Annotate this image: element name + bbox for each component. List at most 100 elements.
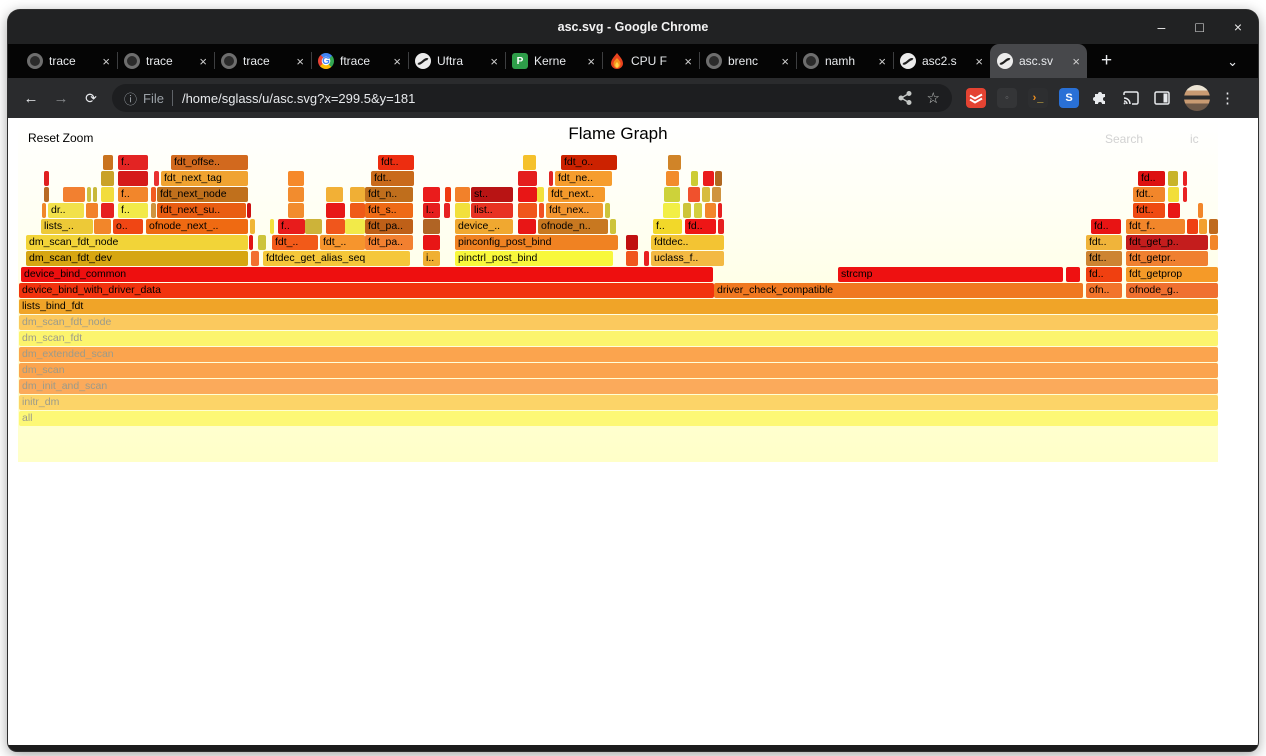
flame-frame[interactable] (423, 235, 440, 250)
flame-frame[interactable]: dm_extended_scan (19, 347, 1218, 362)
flame-frame[interactable] (1198, 203, 1203, 218)
flame-frame[interactable]: uclass_f.. (651, 251, 724, 266)
flamegraph-search-button[interactable]: Search (1105, 132, 1143, 146)
bookmark-star-icon[interactable]: ☆ (927, 89, 940, 107)
flame-frame[interactable] (247, 203, 251, 218)
flame-frame[interactable] (605, 203, 610, 218)
close-button[interactable]: × (1234, 20, 1242, 34)
address-bar[interactable]: ⓘ File /home/sglass/u/asc.svg?x=299.5&y=… (112, 84, 952, 112)
side-panel-icon[interactable] (1152, 88, 1172, 108)
flamegraph-ignore-case-button[interactable]: ic (1190, 132, 1199, 146)
flame-frame[interactable]: fdt_nex.. (546, 203, 603, 218)
flame-frame[interactable] (626, 251, 638, 266)
flame-frame[interactable] (423, 219, 440, 234)
flame-frame[interactable]: fdt_getpr.. (1126, 251, 1208, 266)
flame-frame[interactable]: fdt_pa.. (365, 235, 413, 250)
flame-frame[interactable] (683, 203, 691, 218)
flame-frame[interactable]: lists_bind_fdt (19, 299, 1218, 314)
flame-frame[interactable] (63, 187, 85, 202)
flame-frame[interactable]: lists_.. (41, 219, 93, 234)
flame-frame[interactable]: fdt_s.. (365, 203, 413, 218)
flame-frame[interactable] (1168, 171, 1178, 186)
flame-frame[interactable] (87, 187, 91, 202)
flame-frame[interactable] (455, 203, 470, 218)
tab-close-icon[interactable]: × (587, 54, 595, 69)
flame-frame[interactable] (151, 187, 156, 202)
flame-frame[interactable]: list.. (471, 203, 513, 218)
tab-ftrace[interactable]: Gftrace× (311, 44, 408, 78)
flame-frame[interactable]: fdt_next_tag (161, 171, 248, 186)
flame-frame[interactable] (518, 171, 537, 186)
flame-frame[interactable] (518, 219, 536, 234)
flame-frame[interactable] (1066, 267, 1080, 282)
extensions-puzzle-icon[interactable] (1090, 88, 1110, 108)
tab-close-icon[interactable]: × (490, 54, 498, 69)
flame-frame[interactable]: device_bind_with_driver_data (19, 283, 714, 298)
new-tab-button[interactable]: + (1101, 50, 1112, 72)
flame-frame[interactable] (326, 187, 343, 202)
flame-frame[interactable]: fd.. (1091, 219, 1121, 234)
reload-button[interactable]: ⟳ (76, 90, 106, 107)
flame-frame[interactable]: dm_init_and_scan (19, 379, 1218, 394)
tab-close-icon[interactable]: × (781, 54, 789, 69)
flame-frame[interactable]: dm_scan (19, 363, 1218, 378)
flame-frame[interactable]: ofnode_next_.. (146, 219, 248, 234)
flame-frame[interactable]: st.. (471, 187, 513, 202)
tab-search-chevron-icon[interactable]: ⌄ (1227, 54, 1238, 70)
flame-frame[interactable] (86, 203, 98, 218)
tab-brenc[interactable]: brenc× (699, 44, 796, 78)
flame-frame[interactable]: f.. (118, 203, 148, 218)
flame-frame[interactable] (1199, 219, 1207, 234)
flame-frame[interactable] (423, 187, 440, 202)
forward-button[interactable]: → (46, 90, 76, 107)
flame-frame[interactable] (94, 219, 111, 234)
flame-frame[interactable] (305, 219, 322, 234)
flame-frame[interactable] (445, 187, 451, 202)
dim-extension-icon[interactable]: ◦ (997, 88, 1017, 108)
flame-frame[interactable]: dm_scan_fdt_node (26, 235, 248, 250)
flame-frame[interactable] (249, 235, 253, 250)
flame-frame[interactable] (101, 203, 114, 218)
flame-frame[interactable] (1183, 187, 1187, 202)
flame-frame[interactable] (118, 171, 148, 186)
tab-asc-sv[interactable]: asc.sv× (990, 44, 1087, 78)
flame-frame[interactable]: i.. (423, 251, 440, 266)
flame-frame[interactable] (691, 171, 698, 186)
flame-frame[interactable]: dm_scan_fdt_dev (26, 251, 248, 266)
flame-frame[interactable]: initr_dm (19, 395, 1218, 410)
browser-menu-icon[interactable]: ⋮ (1220, 89, 1235, 107)
flame-frame[interactable]: fd.. (685, 219, 716, 234)
flame-frame[interactable] (518, 203, 537, 218)
flame-frame[interactable] (1210, 235, 1218, 250)
flame-frame[interactable] (1183, 171, 1187, 186)
flame-frame[interactable] (688, 187, 700, 202)
flame-frame[interactable]: fdt.. (1133, 203, 1165, 218)
back-button[interactable]: ← (16, 90, 46, 107)
flame-frame[interactable]: driver_check_compatible (714, 283, 1083, 298)
flame-frame[interactable] (350, 203, 365, 218)
cast-icon[interactable] (1121, 88, 1141, 108)
flame-frame[interactable] (288, 203, 304, 218)
tab-trace[interactable]: trace× (20, 44, 117, 78)
flame-frame[interactable]: fdt_.. (320, 235, 365, 250)
flame-frame[interactable] (250, 219, 255, 234)
flame-frame[interactable] (712, 187, 721, 202)
flame-frame[interactable] (702, 187, 710, 202)
flame-frame[interactable]: fdtdec_get_alias_seq (263, 251, 410, 266)
flame-frame[interactable]: ofnode_n.. (538, 219, 608, 234)
flame-frame[interactable]: fdt.. (378, 155, 414, 170)
flame-frame[interactable] (455, 187, 470, 202)
flame-frame[interactable] (705, 203, 716, 218)
minimize-button[interactable]: – (1158, 20, 1166, 34)
flame-frame[interactable]: fdt_pa.. (365, 219, 413, 234)
flame-frame[interactable] (666, 171, 679, 186)
flame-frame[interactable] (537, 187, 544, 202)
flame-frame[interactable]: ofn.. (1086, 283, 1122, 298)
flame-frame[interactable]: fdt_.. (272, 235, 318, 250)
flame-frame[interactable]: device_bind_common (21, 267, 713, 282)
flame-frame[interactable]: f.. (118, 187, 148, 202)
singlefile-extension-icon[interactable]: S (1059, 88, 1079, 108)
flame-frame[interactable]: fdt_o.. (561, 155, 617, 170)
flame-frame[interactable]: fdt_next.. (548, 187, 605, 202)
tab-trace[interactable]: trace× (117, 44, 214, 78)
